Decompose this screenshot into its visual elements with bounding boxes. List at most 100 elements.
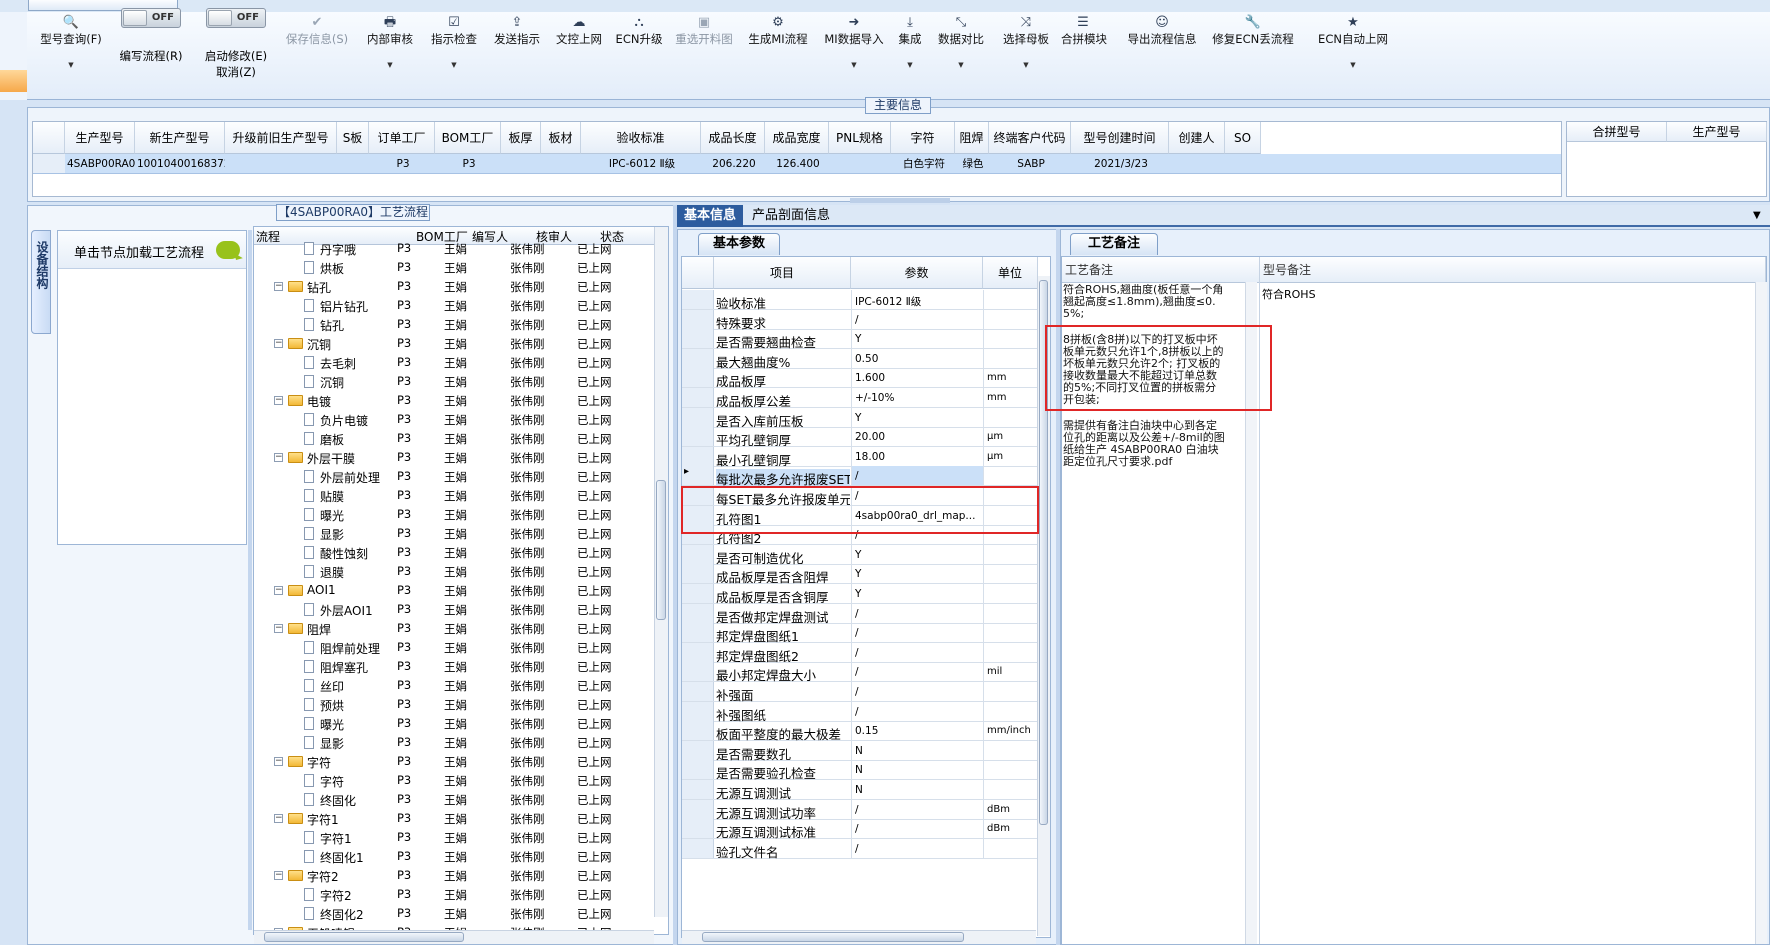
param-row[interactable]: 无源互调测试 N xyxy=(682,780,1038,801)
main-col-header[interactable]: 板厚 xyxy=(501,122,541,154)
param-value[interactable]: / xyxy=(851,603,983,623)
param-col-header[interactable]: 项目 xyxy=(714,257,851,289)
param-value[interactable]: N xyxy=(851,780,983,799)
main-cell[interactable]: 白色字符 xyxy=(891,154,955,174)
main-cell[interactable] xyxy=(225,154,337,174)
param-row[interactable]: 成品板厚是否含阻焊 Y xyxy=(682,564,1038,585)
param-row[interactable]: 板面平整度的最大极差 0.15 mm/inch xyxy=(682,721,1038,742)
dropdown-arrow-icon[interactable]: ▼ xyxy=(428,61,480,69)
merge-col-header[interactable]: 生产型号 xyxy=(1667,122,1767,142)
param-row[interactable]: 是否需要数孔 N xyxy=(682,740,1038,762)
main-col-header[interactable]: 阻焊 xyxy=(955,122,989,154)
tree-row[interactable]: 终固化2 P3 王娟 张伟刚 已上网 xyxy=(254,904,654,923)
row-indicator[interactable] xyxy=(682,544,714,564)
tree-row[interactable]: − AOI1 P3 王娟 张伟刚 已上网 xyxy=(254,581,654,600)
cancel-button[interactable]: 取消(Z) xyxy=(198,64,274,80)
main-cell[interactable]: 4SABP00RA0 xyxy=(65,154,135,174)
main-col-header[interactable]: 验收标准 xyxy=(581,122,701,154)
tree-row[interactable]: 字符1 P3 王娟 张伟刚 已上网 xyxy=(254,828,654,847)
row-indicator[interactable] xyxy=(682,740,714,760)
param-row[interactable]: 补强面 / xyxy=(682,682,1038,703)
main-col-header[interactable]: 字符 xyxy=(891,122,955,154)
param-row[interactable]: 无源互调测试功率 / dBm xyxy=(682,799,1038,821)
main-cell[interactable] xyxy=(337,154,369,174)
main-cell[interactable]: P3 xyxy=(435,154,501,174)
row-indicator[interactable] xyxy=(682,584,714,603)
main-cell[interactable] xyxy=(829,154,891,174)
toolbar-button[interactable]: ⚙ 生成MI流程 xyxy=(746,15,810,47)
tree-row[interactable]: 字符2 P3 王娟 张伟刚 已上网 xyxy=(254,885,654,904)
tree-row[interactable]: 退膜 P3 王娟 张伟刚 已上网 xyxy=(254,562,654,581)
main-cell[interactable] xyxy=(1225,154,1261,174)
param-row[interactable]: 最小邦定焊盘大小 / mil xyxy=(682,662,1038,683)
param-row[interactable]: 验孔文件名 / xyxy=(682,838,1038,860)
tree-row[interactable]: 丝印 P3 王娟 张伟刚 已上网 xyxy=(254,676,654,695)
param-row[interactable]: 无源互调测试标准 / dBm xyxy=(682,819,1038,840)
param-value[interactable]: / xyxy=(851,309,983,329)
param-value[interactable]: 18.00 xyxy=(851,446,983,466)
tab-basic-info[interactable]: 基本信息 xyxy=(677,205,743,227)
toolbar-button[interactable]: ⤓ 集成 ▼ xyxy=(895,15,925,69)
main-col-header[interactable]: 订单工厂 xyxy=(369,122,435,154)
param-row[interactable]: 是否需要验孔检查 N xyxy=(682,760,1038,781)
main-cell[interactable]: SABP xyxy=(989,154,1071,174)
toolbar-button[interactable]: ★ ECN自动上网 ▼ xyxy=(1306,15,1400,69)
param-value[interactable]: / xyxy=(851,819,983,839)
param-row[interactable]: 验收标准 IPC-6012 Ⅱ级 xyxy=(682,290,1038,311)
dropdown-arrow-icon[interactable]: ▼ xyxy=(1306,61,1400,69)
param-row[interactable]: 是否入库前压板 Y xyxy=(682,407,1038,429)
tree-row[interactable]: − 字符1 P3 王娟 张伟刚 已上网 xyxy=(254,809,654,828)
main-col-header[interactable]: 创建人 xyxy=(1169,122,1225,154)
tree-row[interactable]: 字符 P3 王娟 张伟刚 已上网 xyxy=(254,771,654,790)
tree-row[interactable]: − 字符2 P3 王娟 张伟刚 已上网 xyxy=(254,866,654,885)
tab-product-profile[interactable]: 产品剖面信息 xyxy=(752,206,852,226)
toolbar-button[interactable]: 🔧 修复ECN丢流程 xyxy=(1210,15,1296,47)
row-indicator[interactable] xyxy=(682,682,714,701)
toolbar-button[interactable]: ☰ 合拼模块 xyxy=(1061,15,1107,47)
param-value[interactable]: Y xyxy=(851,329,983,349)
param-row[interactable]: 邦定焊盘图纸1/ xyxy=(682,623,1038,644)
equipment-structure-tab[interactable]: 设备结构 xyxy=(31,230,51,334)
tree-row[interactable]: − 钻孔 P3 王娟 张伟刚 已上网 xyxy=(254,277,654,296)
tree-row[interactable]: 曝光 P3 王娟 张伟刚 已上网 xyxy=(254,714,654,733)
collapse-toggle-icon[interactable]: − xyxy=(274,396,283,405)
main-col-header[interactable]: SO xyxy=(1225,122,1261,154)
param-value[interactable]: N xyxy=(851,760,983,780)
row-indicator[interactable] xyxy=(682,407,714,427)
row-indicator[interactable] xyxy=(682,780,714,799)
param-value[interactable]: / xyxy=(851,701,983,721)
param-value[interactable]: Y xyxy=(851,407,983,427)
collapse-toggle-icon[interactable]: − xyxy=(274,814,283,823)
param-row[interactable]: 邦定焊盘图纸2/ xyxy=(682,642,1038,664)
tree-row[interactable]: − 阻焊 P3 王娟 张伟刚 已上网 xyxy=(254,619,654,638)
dropdown-arrow-icon[interactable]: ▼ xyxy=(895,61,925,69)
dropdown-arrow-icon[interactable]: ▼ xyxy=(36,61,106,69)
tree-row[interactable]: 磨板 P3 王娟 张伟刚 已上网 xyxy=(254,429,654,448)
tree-row[interactable]: − 外层干膜 P3 王娟 张伟刚 已上网 xyxy=(254,448,654,467)
toolbar-button[interactable]: ⤡ 数据对比 ▼ xyxy=(937,15,985,69)
row-indicator[interactable] xyxy=(682,642,714,662)
collapse-toggle-icon[interactable]: − xyxy=(274,282,283,291)
collapse-toggle-icon[interactable]: − xyxy=(274,586,283,595)
toolbar-button[interactable]: 🖶 内部审核 ▼ xyxy=(364,15,416,69)
tree-row[interactable]: 沉铜 P3 王娟 张伟刚 已上网 xyxy=(254,372,654,391)
merge-col-header[interactable]: 合拼型号 xyxy=(1567,122,1667,142)
toolbar-button[interactable]: ☑ 指示检查 ▼ xyxy=(428,15,480,69)
param-row[interactable]: 最小孔壁铜厚 18.00 μm xyxy=(682,446,1038,468)
toolbar-label[interactable]: 编写流程(R) xyxy=(112,48,190,64)
toolbar-button[interactable]: ➜ MI数据导入 ▼ xyxy=(822,15,886,69)
toolbar-button[interactable]: ☁ 文控上网 xyxy=(552,15,606,47)
param-value[interactable]: / xyxy=(851,623,983,643)
tree-row[interactable]: 烘板 P3 王娟 张伟刚 已上网 xyxy=(254,258,654,277)
collapse-toggle-icon[interactable]: − xyxy=(274,871,283,880)
horizontal-splitter-handle[interactable] xyxy=(850,198,950,203)
node-tree-splitter[interactable] xyxy=(248,230,252,930)
tree-row[interactable]: 钻孔 P3 王娟 张伟刚 已上网 xyxy=(254,315,654,334)
main-cell[interactable]: P3 xyxy=(369,154,435,174)
toolbar-button[interactable]: ⛬ ECN升级 xyxy=(615,15,663,47)
param-value[interactable]: +/-10% xyxy=(851,388,983,407)
param-value[interactable]: / xyxy=(851,682,983,701)
main-col-header[interactable]: PNL规格 xyxy=(829,122,891,154)
tree-row[interactable]: 负片电镀 P3 王娟 张伟刚 已上网 xyxy=(254,410,654,429)
main-cell[interactable]: 10010400168372 xyxy=(135,154,225,174)
